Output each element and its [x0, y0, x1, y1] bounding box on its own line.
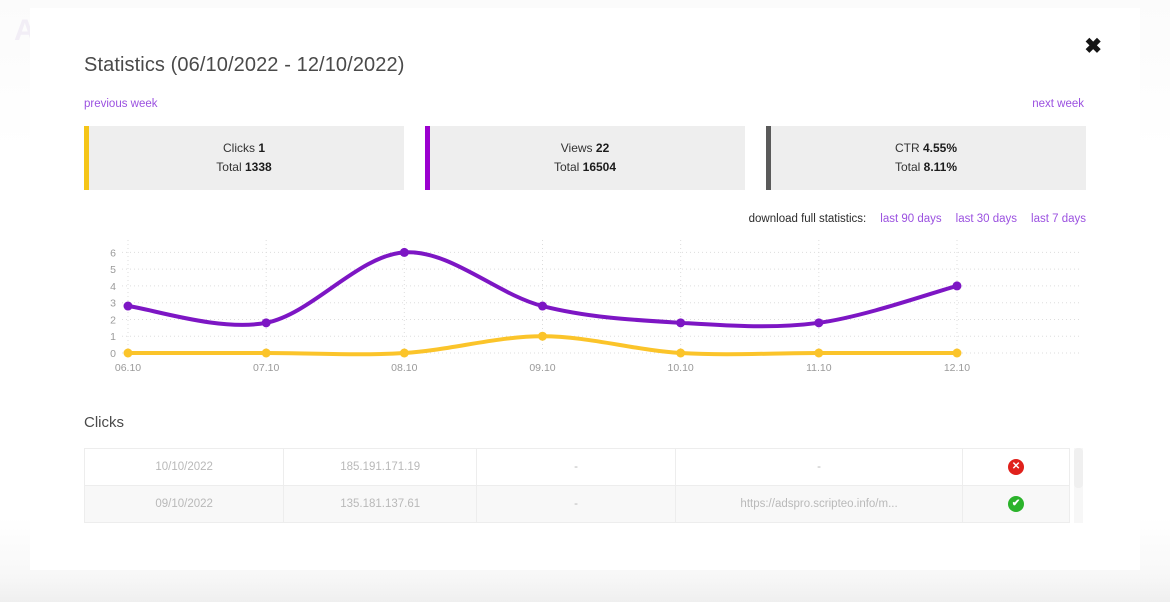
x-axis-tick: 11.10: [806, 362, 832, 374]
chart-point-clicks[interactable]: [814, 348, 824, 358]
y-axis-tick: 1: [110, 331, 116, 343]
cell-placeholder: -: [675, 449, 964, 486]
card-total-label-clicks: Total: [216, 160, 242, 174]
chart-point-clicks[interactable]: [261, 348, 271, 358]
card-label-views: Views: [560, 141, 593, 155]
chart-point-views[interactable]: [399, 247, 409, 257]
clicks-section-title: Clicks: [84, 414, 124, 431]
x-axis-tick: 10.10: [668, 362, 694, 374]
cell-extra: -: [476, 449, 676, 486]
card-primary-line-views: Views 22: [561, 139, 610, 158]
x-axis-tick: 09.10: [529, 362, 555, 374]
table-scrollbar-thumb[interactable]: [1074, 448, 1083, 488]
cell-ip: 185.191.171.19: [283, 449, 478, 486]
page-title: Statistics (06/10/2022 - 12/10/2022): [84, 54, 405, 76]
download-link-7-days[interactable]: last 7 days: [1031, 213, 1086, 225]
chart-point-views[interactable]: [814, 318, 824, 328]
chart-line-views: [126, 250, 959, 329]
download-statistics-row: download full statistics: last 90 days l…: [749, 213, 1086, 225]
card-total-value-views: 16504: [582, 160, 617, 174]
card-accent-bar-clicks: [84, 126, 89, 190]
y-axis-tick: 3: [110, 298, 116, 310]
chart-point-clicks[interactable]: [399, 348, 409, 358]
card-value-views: 22: [595, 141, 610, 155]
chart-point-views[interactable]: [123, 301, 133, 311]
card-accent-bar-ctr: [766, 126, 771, 190]
card-total-label-ctr: Total: [894, 160, 921, 174]
close-icon[interactable]: ✖: [1084, 36, 1102, 57]
table-row: 10/10/2022 185.191.171.19- - ✕: [85, 449, 1069, 486]
previous-week-link[interactable]: previous week: [84, 98, 158, 110]
cell-extra: -: [476, 485, 676, 523]
table-row: 09/10/2022 135.181.137.61- https://adspro.…: [85, 485, 1069, 523]
x-axis-tick: 06.10: [115, 362, 141, 374]
card-value-clicks: 1: [258, 141, 266, 155]
y-axis-tick: 5: [110, 264, 116, 276]
chart-point-clicks[interactable]: [676, 348, 686, 358]
card-primary-line-ctr: CTR 4.55%: [895, 139, 957, 158]
card-accent-bar-views: [425, 126, 430, 190]
chart-point-views[interactable]: [261, 318, 271, 328]
statistics-modal: ✖ Statistics (06/10/2022 - 12/10/2022) p…: [30, 8, 1140, 570]
chart-point-clicks[interactable]: [952, 348, 962, 358]
stat-card-ctr: CTR 4.55% Total 8.11%: [766, 126, 1086, 190]
cell-ip: 135.181.137.61: [283, 485, 478, 523]
check-circle-icon: ✔: [1008, 496, 1025, 512]
card-primary-line-clicks: Clicks 1: [223, 139, 265, 158]
card-total-line-ctr: Total 8.11%: [895, 158, 957, 177]
card-label-ctr: CTR: [894, 141, 920, 155]
cell-url[interactable]: https://adspro.scripteo.info/m...: [675, 485, 964, 523]
cell-status: ✕: [962, 449, 1069, 486]
download-label: download full statistics:: [748, 213, 867, 225]
chart-point-clicks[interactable]: [537, 331, 547, 341]
chart-svg: 0 1 2 3 4 5 6 06.10 07.10 08.10 09.10 10.10 11.10 12.…: [110, 240, 1082, 374]
download-link-30-days[interactable]: last 30 days: [956, 213, 1017, 225]
clicks-table: 10/10/2022 185.191.171.19- - ✕ 09/10/2022 135…: [85, 449, 1069, 523]
chart-point-views[interactable]: [537, 301, 547, 311]
next-week-link[interactable]: next week: [1032, 98, 1084, 110]
clicks-table-wrapper: 10/10/2022 185.191.171.19- - ✕ 09/10/2022 135…: [84, 448, 1070, 523]
card-total-line-clicks: Total 1338: [216, 158, 271, 177]
x-axis-tick: 08.10: [391, 362, 417, 374]
download-link-90-days[interactable]: last 90 days: [880, 213, 941, 225]
chart-point-clicks[interactable]: [123, 348, 133, 358]
y-axis-tick: 4: [110, 281, 116, 293]
y-axis-tick: 2: [110, 314, 116, 326]
stat-card-views: Views 22 Total 16504: [425, 126, 745, 190]
card-total-value-ctr: 8.11%: [923, 160, 958, 174]
y-axis-tick: 6: [110, 247, 116, 259]
chart-point-views[interactable]: [676, 318, 686, 328]
week-navigation: previous week next week: [84, 98, 1084, 116]
statistics-chart: 0 1 2 3 4 5 6 06.10 07.10 08.10 09.10 10.10 11.10 12.…: [84, 236, 1086, 381]
chart-point-views[interactable]: [952, 281, 962, 291]
summary-cards: Clicks 1 Total 1338 Views 22 Total 16504…: [84, 126, 1086, 190]
x-axis-tick: 12.10: [944, 362, 970, 374]
card-label-clicks: Clicks: [222, 141, 255, 155]
stat-card-clicks: Clicks 1 Total 1338: [84, 126, 404, 190]
card-total-value-clicks: 1338: [245, 160, 272, 174]
y-axis-tick: 0: [110, 348, 116, 360]
card-value-ctr: 4.55%: [922, 141, 958, 155]
error-circle-icon: ✕: [1008, 459, 1025, 475]
cell-date: 09/10/2022: [85, 485, 285, 523]
cell-date: 10/10/2022: [85, 449, 285, 486]
card-total-label-views: Total: [553, 160, 580, 174]
card-total-line-views: Total 16504: [554, 158, 616, 177]
cell-status: ✔: [962, 485, 1069, 523]
x-axis-tick: 07.10: [253, 362, 279, 374]
